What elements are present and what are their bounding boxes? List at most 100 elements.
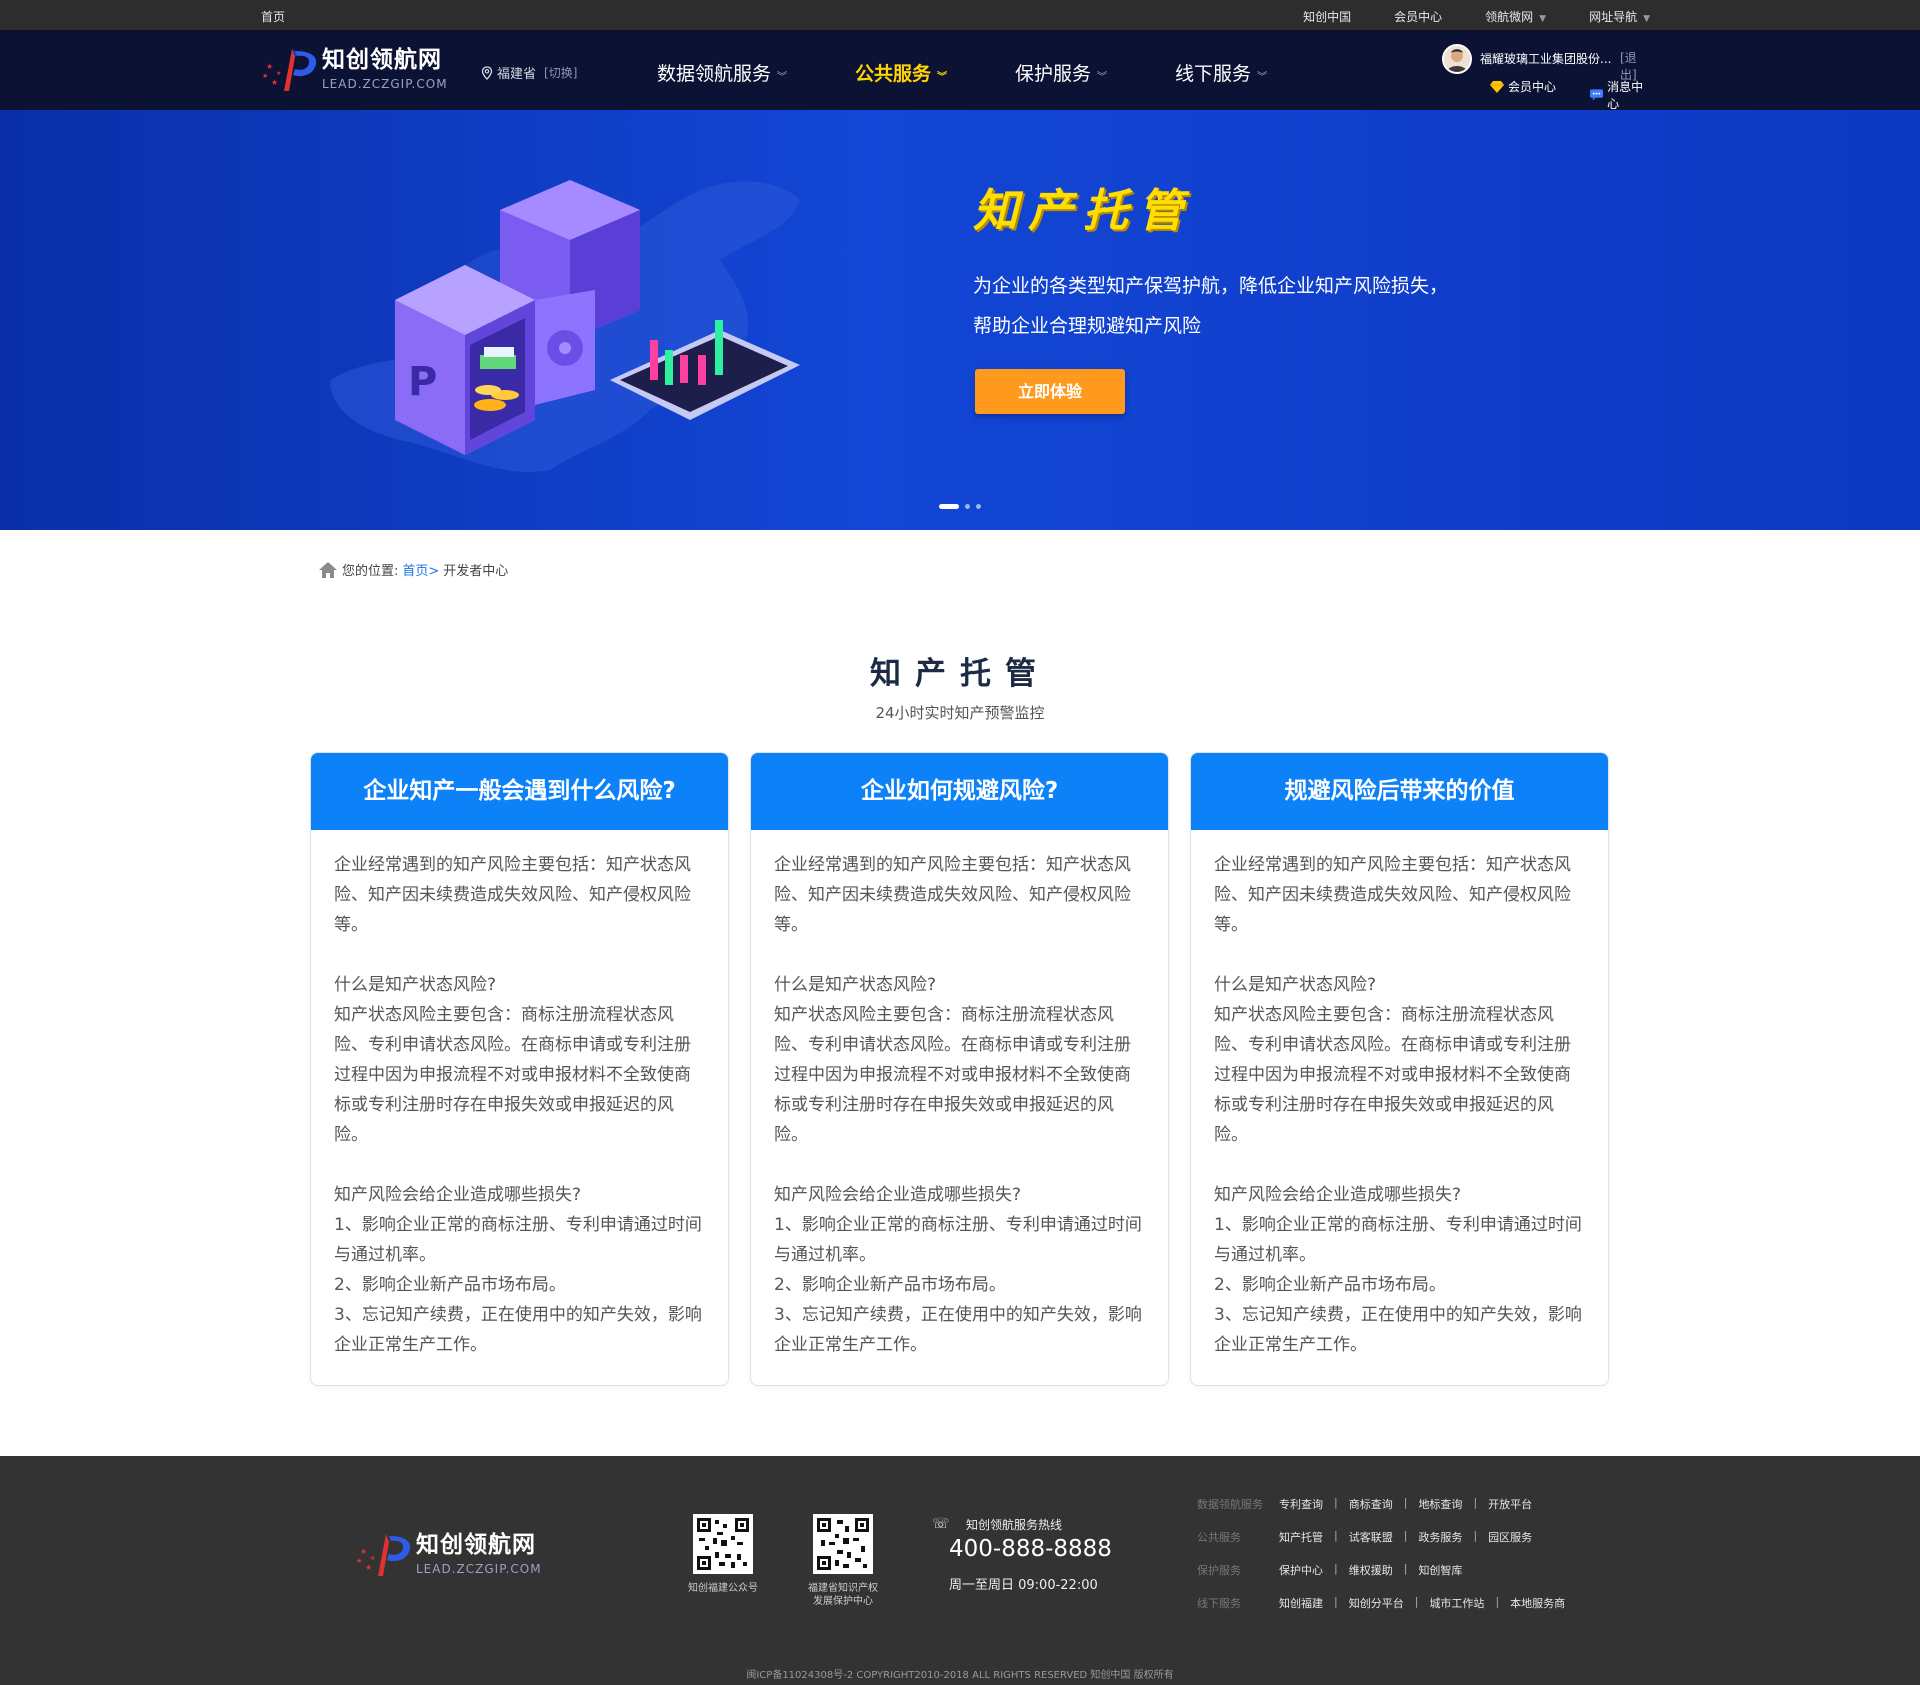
qr-code-icon	[817, 1518, 869, 1570]
footer-link-category: 公共服务	[1197, 1531, 1241, 1544]
card-question: 知产风险会给企业造成哪些损失?	[334, 1185, 582, 1205]
card-list-item: 1、影响企业正常的商标注册、专利申请通过时间与通过机率。	[334, 1215, 702, 1265]
main-nav: ★ ★ ★ ★ 知创领航网 LEAD.ZCZGIP.COM 福建省 [切换] 数…	[0, 30, 1920, 112]
service-hours: 周一至周日 09:00-22:00	[949, 1578, 1098, 1593]
footer-link-category: 线下服务	[1197, 1597, 1241, 1610]
location-pin-icon	[481, 65, 493, 80]
section-title: 知产托管	[870, 656, 1050, 692]
footer-link-category: 保护服务	[1197, 1564, 1241, 1577]
footer-link[interactable]: 政务服务	[1418, 1529, 1462, 1562]
topbar-link-member-center[interactable]: 会员中心	[1394, 8, 1442, 25]
footer-link[interactable]: 园区服务	[1488, 1529, 1532, 1562]
region-selector[interactable]: 福建省 [切换]	[481, 63, 577, 82]
hotline-label: 知创领航服务热线	[966, 1518, 1063, 1532]
svg-text:★: ★	[266, 62, 273, 71]
footer-link[interactable]: 知创福建	[1279, 1595, 1323, 1628]
footer-link[interactable]: 开放平台	[1488, 1496, 1532, 1529]
chevron-down-icon: ︾	[777, 72, 788, 83]
phone-icon: ☏	[932, 1516, 950, 1532]
region-switch-link[interactable]: [切换]	[544, 64, 577, 81]
card-paragraph: 企业经常遇到的知产风险主要包括：知产状态风险、知产因未续费造成失效风险、知产侵权…	[1214, 855, 1571, 935]
footer-link[interactable]: 知产托管	[1279, 1529, 1323, 1562]
member-center-label: 会员中心	[1508, 80, 1557, 94]
breadcrumb-home-link[interactable]: 首页>	[402, 560, 439, 579]
card-list-item: 1、影响企业正常的商标注册、专利申请通过时间与通过机率。	[1214, 1215, 1582, 1265]
topbar-links: 知创中国 会员中心 领航微网 ▼ 网址导航 ▼	[1303, 8, 1650, 25]
topbar-home-link[interactable]: 首页	[261, 8, 285, 25]
main-menu: 数据领航服务 ︾ 公共服务 ︾ 保护服务 ︾ 线下服务 ︾	[657, 59, 1267, 86]
logo-subtitle: LEAD.ZCZGIP.COM	[322, 77, 448, 91]
message-center-label: 消息中心	[1607, 80, 1644, 111]
banner-title: 知产托管	[973, 184, 1194, 237]
topbar-link-site-nav[interactable]: 网址导航 ▼	[1589, 8, 1650, 25]
menu-item-label: 数据领航服务	[657, 63, 772, 85]
footer-link-row: 保护服务 保护中心 | 维权援助 | 知创智库	[1197, 1562, 1565, 1595]
footer-link[interactable]: 知创分平台	[1349, 1595, 1404, 1628]
svg-text:★: ★	[276, 70, 281, 77]
footer-link-row: 公共服务 知产托管 | 试客联盟 | 政务服务 | 园区服务	[1197, 1529, 1565, 1562]
info-card: 企业如何规避风险? 企业经常遇到的知产风险主要包括：知产状态风险、知产因未续费造…	[750, 752, 1169, 1386]
logo-mark-icon: ★ ★ ★ ★	[356, 1534, 411, 1576]
svg-text:★: ★	[356, 1557, 362, 1565]
footer-logo[interactable]: ★ ★ ★ ★ 知创领航网 LEAD.ZCZGIP.COM	[356, 1530, 542, 1580]
card-question: 什么是知产状态风险?	[334, 975, 497, 995]
card-list-item: 2、影响企业新产品市场布局。	[334, 1275, 566, 1295]
footer-link[interactable]: 商标查询	[1349, 1496, 1393, 1529]
footer-link[interactable]: 专利查询	[1279, 1496, 1323, 1529]
menu-item-data-service[interactable]: 数据领航服务 ︾	[657, 59, 787, 86]
card-list-item: 3、忘记知产续费，正在使用中的知产失效，影响企业正常生产工作。	[1214, 1305, 1582, 1355]
card-body: 企业经常遇到的知产风险主要包括：知产状态风险、知产因未续费造成失效风险、知产侵权…	[1191, 830, 1608, 1360]
footer-link[interactable]: 试客联盟	[1349, 1529, 1393, 1562]
banner-description: 为企业的各类型知产保驾护航，降低企业知产风险损失， 帮助企业合理规避知产风险	[973, 266, 1448, 346]
logo-text: 知创领航网 LEAD.ZCZGIP.COM	[416, 1534, 542, 1577]
card-paragraph: 知产状态风险主要包含：商标注册流程状态风险、专利申请状态风险。在商标申请或专利注…	[1214, 1005, 1571, 1145]
footer-link[interactable]: 知创智库	[1418, 1562, 1462, 1595]
qr-caption: 发展保护中心	[813, 1596, 873, 1607]
footer: ★ ★ ★ ★ 知创领航网 LEAD.ZCZGIP.COM 知创福建公众号 福建…	[0, 1456, 1920, 1685]
carousel-dot[interactable]	[965, 504, 970, 509]
svg-text:★: ★	[360, 1547, 367, 1556]
footer-link[interactable]: 城市工作站	[1429, 1595, 1484, 1628]
footer-link[interactable]: 本地服务商	[1510, 1595, 1565, 1628]
carousel-dots	[939, 504, 981, 509]
site-logo[interactable]: ★ ★ ★ ★ 知创领航网 LEAD.ZCZGIP.COM	[262, 45, 448, 95]
menu-item-label: 保护服务	[1015, 63, 1092, 85]
chevron-down-icon: ▼	[1539, 14, 1547, 24]
footer-link-category: 数据领航服务	[1197, 1498, 1263, 1511]
card-title: 企业知产一般会遇到什么风险?	[311, 753, 728, 830]
try-now-button[interactable]: 立即体验	[975, 369, 1125, 414]
svg-text:★: ★	[262, 72, 268, 80]
menu-item-public-service[interactable]: 公共服务 ︾	[855, 59, 947, 86]
footer-link-row: 线下服务 知创福建 | 知创分平台 | 城市工作站 | 本地服务商	[1197, 1595, 1565, 1628]
banner-description-line: 帮助企业合理规避知产风险	[973, 315, 1202, 337]
topbar-link-weiwang-label: 领航微网	[1485, 10, 1534, 24]
menu-item-protection-service[interactable]: 保护服务 ︾	[1015, 59, 1107, 86]
menu-item-label: 线下服务	[1175, 63, 1252, 85]
top-bar: 首页 知创中国 会员中心 领航微网 ▼ 网址导航 ▼	[0, 0, 1920, 30]
breadcrumb-prefix: 您的位置:	[342, 564, 399, 579]
footer-link[interactable]: 维权援助	[1349, 1562, 1393, 1595]
copyright: 闽ICP备11024308号-2 COPYRIGHT2010-2018 ALL …	[746, 1670, 1174, 1681]
footer-link[interactable]: 地标查询	[1418, 1496, 1462, 1529]
menu-item-offline-service[interactable]: 线下服务 ︾	[1175, 59, 1267, 86]
card-question: 知产风险会给企业造成哪些损失?	[1214, 1185, 1462, 1205]
breadcrumb: 您的位置: 首页> 开发者中心	[318, 560, 508, 579]
topbar-link-zhichuang-china[interactable]: 知创中国	[1303, 8, 1351, 25]
avatar[interactable]	[1442, 44, 1472, 74]
avatar-person-icon	[1444, 46, 1470, 72]
message-center-link[interactable]: 消息中心	[1590, 78, 1652, 112]
card-list-item: 1、影响企业正常的商标注册、专利申请通过时间与通过机率。	[774, 1215, 1142, 1265]
card-list-item: 3、忘记知产续费，正在使用中的知产失效，影响企业正常生产工作。	[334, 1305, 702, 1355]
card-question: 什么是知产状态风险?	[774, 975, 937, 995]
topbar-link-weiwang[interactable]: 领航微网 ▼	[1485, 8, 1546, 25]
info-card: 规避风险后带来的价值 企业经常遇到的知产风险主要包括：知产状态风险、知产因未续费…	[1190, 752, 1609, 1386]
card-list-item: 3、忘记知产续费，正在使用中的知产失效，影响企业正常生产工作。	[774, 1305, 1142, 1355]
chevron-down-icon: ▼	[1643, 14, 1650, 24]
carousel-dot[interactable]	[976, 504, 981, 509]
member-center-link[interactable]: 会员中心	[1490, 78, 1556, 95]
carousel-dot-active[interactable]	[939, 504, 959, 509]
chevron-down-icon: ︾	[1257, 72, 1268, 83]
user-company-name[interactable]: 福耀玻璃工业集团股份...	[1480, 50, 1620, 67]
hotline-number[interactable]: 400-888-8888	[949, 1536, 1112, 1562]
footer-link[interactable]: 保护中心	[1279, 1562, 1323, 1595]
